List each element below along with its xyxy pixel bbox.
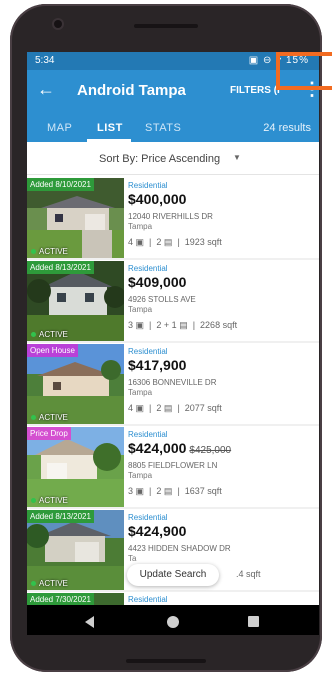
bed-icon: ▣: [135, 403, 145, 413]
filters-button[interactable]: FILTERS (I: [230, 85, 280, 96]
listing-address: 8805 FIELDFLOWER LN: [128, 461, 218, 470]
tab-map[interactable]: MAP: [47, 122, 72, 134]
divider: [27, 258, 319, 260]
listing-city: Tampa: [128, 471, 153, 480]
listing-card[interactable]: Added 8/10/2021 ACTIVE Residential $400,…: [27, 178, 319, 260]
listing-price: $424,900: [128, 523, 187, 539]
property-type: Residential: [128, 513, 168, 522]
listing-specs: 3 ▣ | 2 ▤ | 1637 sqft: [128, 486, 222, 496]
property-type: Residential: [128, 595, 168, 604]
sort-label[interactable]: Sort By: Price Ascending: [99, 153, 220, 165]
highlight-box: [276, 52, 332, 90]
listing-status: ACTIVE: [31, 413, 68, 422]
listing-price: $409,000: [128, 274, 187, 290]
listing-city: Ta: [128, 554, 137, 563]
status-dot-icon: [31, 332, 36, 337]
tab-bar: MAP LIST STATS 24 results: [27, 112, 319, 142]
property-type: Residential: [128, 264, 168, 273]
bed-icon: ▣: [135, 486, 145, 496]
listing-card[interactable]: Open House ACTIVE Residential $417,900 1…: [27, 344, 319, 426]
property-type: Residential: [128, 430, 168, 439]
listing-city: Tampa: [128, 388, 153, 397]
listing-info[interactable]: Residential $424,000 $425,000 8805 FIELDF…: [128, 427, 316, 507]
old-price: $425,000: [189, 445, 232, 456]
bed-icon: ▣: [135, 237, 145, 247]
status-dot-icon: [31, 581, 36, 586]
listing-status: ACTIVE: [31, 496, 68, 505]
listing-photo[interactable]: Added 7/30/2021: [27, 593, 124, 605]
listing-photo[interactable]: Added 8/13/2021 ACTIVE: [27, 261, 124, 341]
listing-status: ACTIVE: [31, 247, 68, 256]
listing-address: 16306 BONNEVILLE DR: [128, 378, 217, 387]
listing-status: ACTIVE: [31, 330, 68, 339]
bed-icon: ▣: [135, 320, 145, 330]
bath-icon: ▤: [163, 237, 173, 247]
listing-specs: 3 ▣ | 2 + 1 ▤ | 2268 sqft: [128, 320, 238, 330]
bath-icon: ▤: [179, 320, 188, 330]
update-search-button[interactable]: Update Search: [127, 564, 219, 586]
listing-city: Tampa: [128, 305, 153, 314]
listing-address: 4423 HIDDEN SHADOW DR: [128, 544, 231, 553]
listing-photo[interactable]: Added 8/10/2021 ACTIVE: [27, 178, 124, 258]
listing-price: $417,900: [128, 357, 187, 373]
divider: [27, 590, 319, 592]
speaker-top: [134, 24, 198, 28]
results-count: 24 results: [263, 122, 311, 134]
listing-price: $400,000: [128, 191, 187, 207]
listing-card[interactable]: Added 7/30/2021 Residential: [27, 593, 319, 605]
listing-badge: Added 7/30/2021: [27, 593, 94, 605]
listing-status: ACTIVE: [31, 579, 68, 588]
property-type: Residential: [128, 347, 168, 356]
divider: [27, 424, 319, 426]
listing-specs: .4 sqft: [236, 569, 261, 579]
arrow-left-icon[interactable]: ←: [37, 79, 55, 99]
status-time: 5:34: [35, 55, 55, 66]
listing-photo[interactable]: Open House ACTIVE: [27, 344, 124, 424]
status-dot-icon: [31, 415, 36, 420]
listing-specs: 4 ▣ | 2 ▤ | 2077 sqft: [128, 403, 222, 413]
listing-info[interactable]: Residential $409,000 4926 STOLLS AVE Tam…: [128, 261, 316, 341]
property-type: Residential: [128, 181, 168, 190]
nav-home-icon[interactable]: [167, 616, 179, 628]
tab-stats[interactable]: STATS: [145, 122, 181, 134]
listing-badge: Added 8/10/2021: [27, 178, 94, 191]
dropdown-caret-icon[interactable]: ▼: [233, 153, 241, 162]
tab-list[interactable]: LIST: [97, 122, 123, 134]
speaker-bottom: [126, 659, 206, 663]
listing-info[interactable]: Residential $417,900 16306 BONNEVILLE DR…: [128, 344, 316, 424]
listing-info[interactable]: Residential $400,000 12040 RIVERHILLS DR…: [128, 178, 316, 258]
divider: [27, 341, 319, 343]
nav-recents-icon[interactable]: [248, 616, 259, 627]
listing-address: 12040 RIVERHILLS DR: [128, 212, 213, 221]
bath-icon: ▤: [163, 403, 173, 413]
sort-bar[interactable]: Sort By: Price Ascending ▼: [27, 142, 319, 175]
screen: 5:34 ▣ ⊖ ▾ 15% ← Android Tampa FILTERS (…: [27, 52, 319, 635]
status-dot-icon: [31, 249, 36, 254]
app-title: Android Tampa: [77, 82, 186, 99]
listing-info[interactable]: Residential: [128, 593, 316, 605]
listing-card[interactable]: Added 8/13/2021 ACTIVE Residential $409,…: [27, 261, 319, 343]
divider: [27, 507, 319, 509]
listing-city: Tampa: [128, 222, 153, 231]
listing-photo[interactable]: Price Drop ACTIVE: [27, 427, 124, 507]
listing-badge: Added 8/13/2021: [27, 510, 94, 523]
bath-icon: ▤: [163, 486, 173, 496]
listing-badge: Added 8/13/2021: [27, 261, 94, 274]
listing-badge: Price Drop: [27, 427, 71, 440]
listing-card[interactable]: Price Drop ACTIVE Residential $424,000 $4…: [27, 427, 319, 509]
listing-address: 4926 STOLLS AVE: [128, 295, 196, 304]
listing-badge: Open House: [27, 344, 78, 357]
status-dot-icon: [31, 498, 36, 503]
listing-specs: 4 ▣ | 2 ▤ | 1923 sqft: [128, 237, 222, 247]
system-nav-bar: [27, 605, 319, 635]
listing-photo[interactable]: Added 8/13/2021 ACTIVE: [27, 510, 124, 590]
nav-back-icon[interactable]: [85, 616, 94, 628]
listing-price: $424,000 $425,000: [128, 440, 232, 456]
camera-icon: [54, 20, 62, 28]
